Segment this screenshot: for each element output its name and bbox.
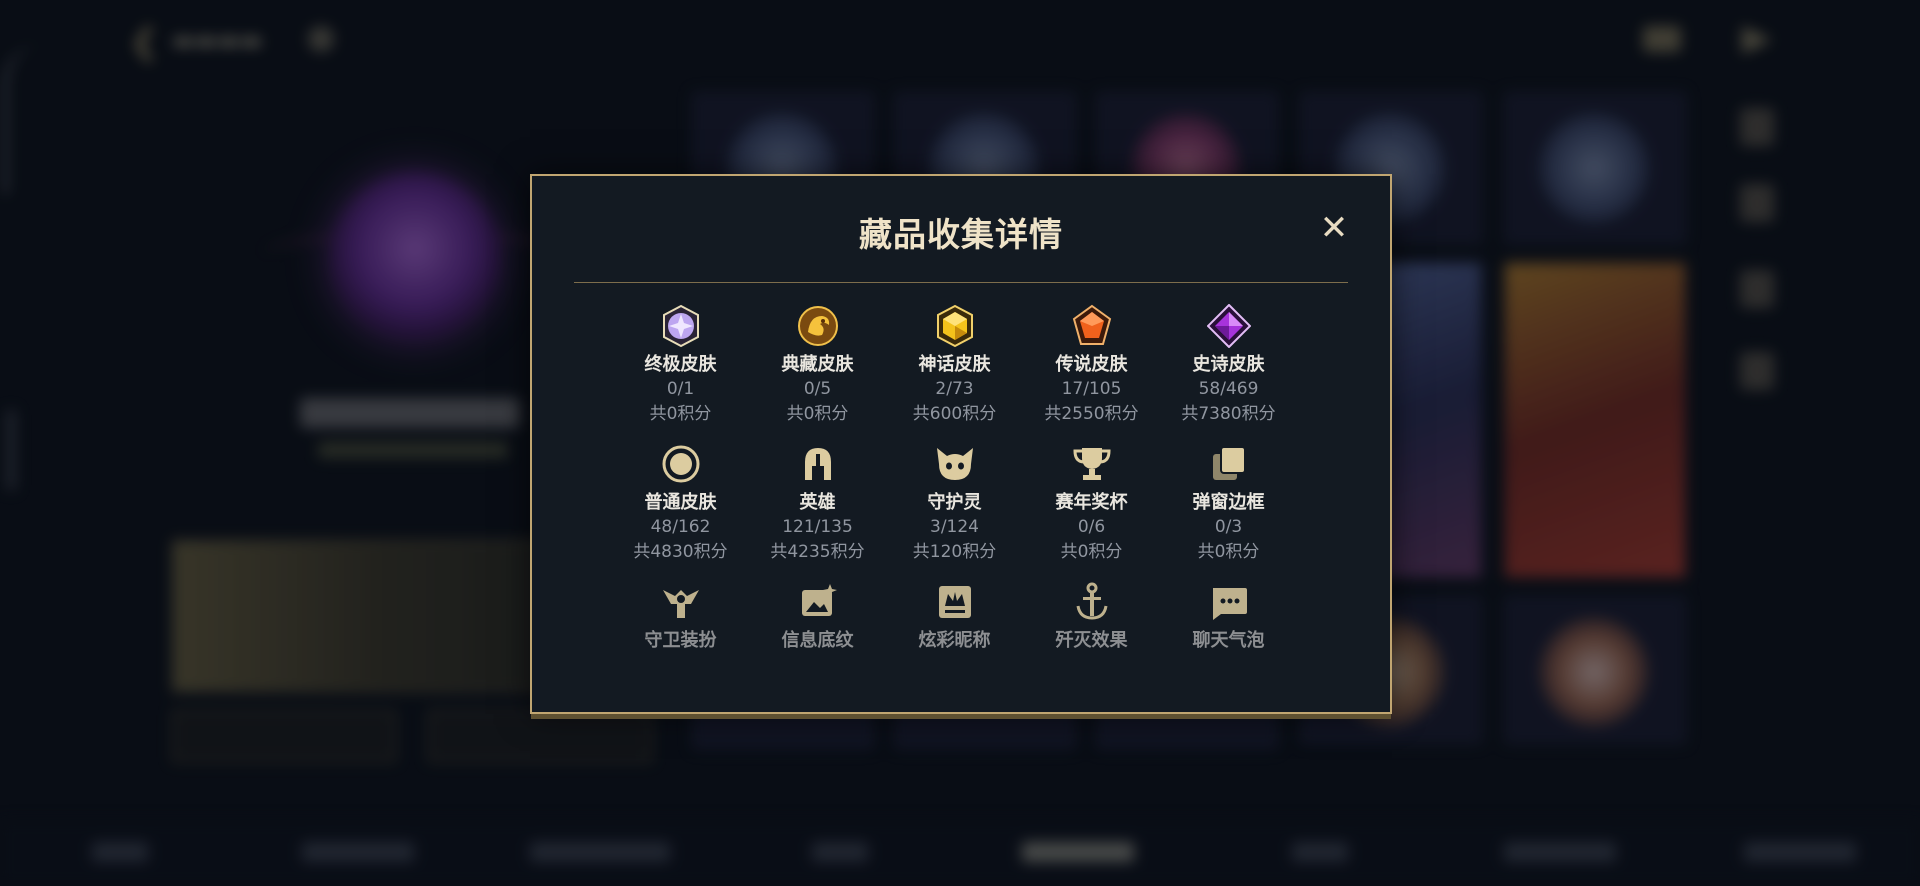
prestige-skin-dragon-icon [797, 306, 838, 346]
collection-item[interactable]: 终极皮肤 0/1 共0积分 [612, 304, 749, 427]
mythic-skin-gem-icon [936, 304, 973, 348]
collection-item[interactable]: 歼灭效果 [1023, 580, 1160, 653]
item-points: 共120积分 [912, 542, 997, 562]
collection-item[interactable]: 普通皮肤 48/162 共4830积分 [612, 442, 749, 565]
scroll-fade [532, 652, 1390, 712]
collection-item[interactable]: 聊天气泡 [1160, 580, 1297, 653]
item-points: 共4235积分 [770, 542, 865, 562]
legendary-skin-gem-icon [1072, 304, 1111, 345]
item-label: 英雄 [799, 492, 836, 513]
item-label: 守护灵 [927, 492, 982, 513]
collection-details-dialog: 藏品收集详情 ✕ 终极皮肤 0/1 共0积分 典藏皮肤 0/5 共0积分 神话皮… [530, 174, 1392, 714]
normal-skin-circle-icon [662, 445, 699, 483]
collection-item[interactable]: 神话皮肤 2/73 共600积分 [886, 304, 1023, 427]
item-points: 共0积分 [649, 404, 712, 424]
collection-item[interactable]: 信息底纹 [749, 580, 886, 653]
collection-item[interactable]: 传说皮肤 17/105 共2550积分 [1023, 304, 1160, 427]
item-label: 史诗皮肤 [1192, 354, 1265, 375]
ward-skin-icon [662, 590, 699, 618]
collection-item[interactable]: 赛年奖杯 0/6 共0积分 [1023, 442, 1160, 565]
item-count: 0/3 [1214, 517, 1243, 537]
collection-item[interactable]: 守卫装扮 [612, 580, 749, 653]
collection-item[interactable]: 史诗皮肤 58/469 共7380积分 [1160, 304, 1297, 427]
item-points: 共0积分 [786, 404, 849, 424]
item-points: 共0积分 [1060, 542, 1123, 562]
item-count: 58/469 [1198, 379, 1259, 399]
item-count: 0/6 [1077, 517, 1106, 537]
item-points: 共4830积分 [633, 542, 728, 562]
info-background-icon [801, 584, 837, 616]
item-points: 共0积分 [1197, 542, 1260, 562]
colorful-nickname-icon [938, 586, 971, 618]
item-label: 普通皮肤 [644, 492, 717, 513]
item-count: 0/1 [666, 379, 695, 399]
title-divider [574, 282, 1348, 283]
item-count: 17/105 [1061, 379, 1122, 399]
item-count: 48/162 [650, 517, 711, 537]
item-label: 炫彩昵称 [918, 630, 991, 651]
item-label: 守卫装扮 [644, 630, 717, 651]
item-count: 2/73 [935, 379, 974, 399]
item-label: 弹窗边框 [1192, 492, 1265, 513]
item-label: 歼灭效果 [1055, 630, 1128, 651]
item-points: 共600积分 [912, 404, 997, 424]
popup-frame-icon [1212, 446, 1246, 480]
item-label: 典藏皮肤 [781, 354, 854, 375]
item-points: 共7380积分 [1181, 404, 1276, 424]
epic-skin-gem-icon [1206, 304, 1251, 348]
item-count: 0/5 [803, 379, 832, 399]
ultimate-skin-gem-icon [662, 304, 699, 348]
close-icon: ✕ [1319, 208, 1349, 248]
collection-item[interactable]: 英雄 121/135 共4235积分 [749, 442, 886, 565]
item-count: 3/124 [930, 517, 979, 537]
hero-helmet-icon [804, 448, 831, 480]
collection-item[interactable]: 典藏皮肤 0/5 共0积分 [749, 304, 886, 427]
annihilation-effect-icon [1076, 582, 1107, 620]
collection-item[interactable]: 守护灵 3/124 共120积分 [886, 442, 1023, 565]
item-label: 神话皮肤 [918, 354, 991, 375]
close-button[interactable]: ✕ [1316, 210, 1352, 246]
trophy-icon [1072, 448, 1111, 480]
guardian-spirit-icon [936, 448, 973, 480]
collection-item[interactable]: 弹窗边框 0/3 共0积分 [1160, 442, 1297, 565]
item-label: 赛年奖杯 [1055, 492, 1128, 513]
dialog-title: 藏品收集详情 [859, 215, 1063, 254]
chat-bubble-icon [1212, 588, 1247, 620]
item-label: 信息底纹 [781, 630, 854, 651]
item-label: 传说皮肤 [1055, 354, 1128, 375]
collection-item[interactable]: 炫彩昵称 [886, 580, 1023, 653]
item-points: 共2550积分 [1044, 404, 1139, 424]
item-label: 终极皮肤 [644, 354, 717, 375]
item-count: 121/135 [782, 517, 853, 537]
item-label: 聊天气泡 [1192, 630, 1265, 651]
